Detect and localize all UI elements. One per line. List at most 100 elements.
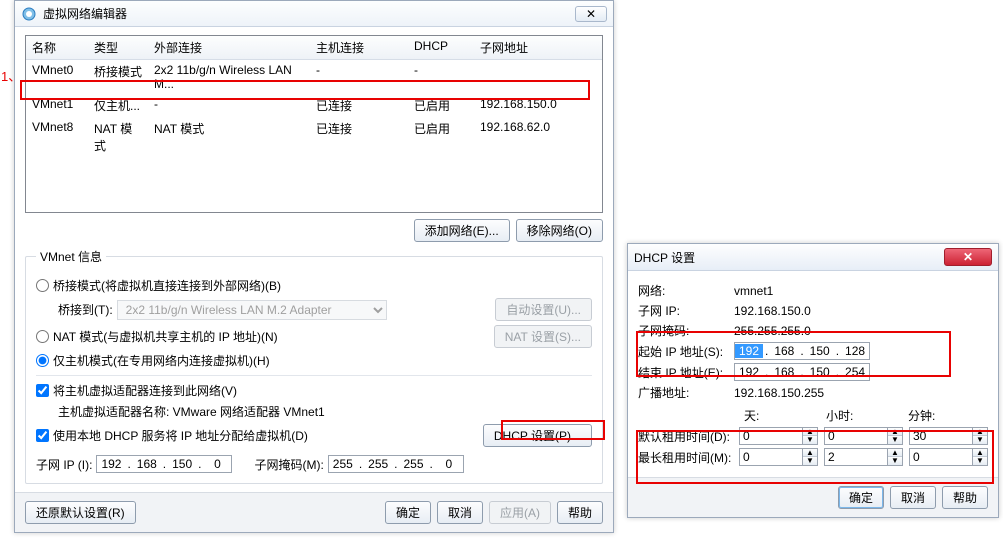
spin-down-icon[interactable]: ▼ [888,457,902,465]
table-row[interactable]: VMnet1 仅主机... - 已连接 已启用 192.168.150.0 [26,94,602,117]
cell [474,60,594,94]
table-row[interactable]: VMnet0 桥接模式 2x2 11b/g/n Wireless LAN M..… [26,60,602,94]
adapter-name-text: 主机虚拟适配器名称: VMware 网络适配器 VMnet1 [58,405,325,419]
chk-use-dhcp-label: 使用本地 DHCP 服务将 IP 地址分配给虚拟机(D) [53,427,308,444]
col-subnet[interactable]: 子网地址 [474,36,594,59]
col-dhcp[interactable]: DHCP [408,36,474,59]
cancel-button[interactable]: 取消 [437,501,483,524]
ip-octet[interactable] [435,457,463,471]
start-ip-input[interactable]: . . . [734,342,870,360]
ip-octet[interactable] [735,365,763,379]
table-row[interactable]: VMnet8 NAT 模式 NAT 模式 已连接 已启用 192.168.62.… [26,117,602,157]
radio-hostonly[interactable] [36,354,49,367]
radio-bridge[interactable] [36,279,49,292]
ip-octet[interactable] [203,457,231,471]
help-button[interactable]: 帮助 [942,486,988,509]
subnet-mask-label: 子网掩码(M): [254,456,323,473]
ip-octet[interactable] [841,344,869,358]
chk-use-dhcp[interactable] [36,429,49,442]
ip-octet[interactable] [133,457,161,471]
window-title: 虚拟网络编辑器 [43,5,575,22]
help-button[interactable]: 帮助 [557,501,603,524]
ip-octet[interactable] [364,457,392,471]
end-ip-input[interactable]: . . . [734,363,870,381]
cell: VMnet1 [26,94,88,117]
default-lease-label: 默认租用时间(D): [638,428,733,445]
spin-input[interactable] [740,428,802,444]
col-hours-label: 小时: [826,407,908,424]
app-icon [21,6,37,22]
cell: 已启用 [408,94,474,117]
add-network-button[interactable]: 添加网络(E)... [414,219,510,242]
cancel-button[interactable]: 取消 [890,486,936,509]
close-button[interactable]: ✕ [575,6,607,22]
cell: VMnet8 [26,117,88,157]
nat-set-button[interactable]: NAT 设置(S)... [494,325,592,348]
subnet-ip-input[interactable]: . . . [96,455,232,473]
spin-down-icon[interactable]: ▼ [803,457,817,465]
spin-down-icon[interactable]: ▼ [888,436,902,444]
ip-octet[interactable] [770,344,798,358]
cell: VMnet0 [26,60,88,94]
spin-input[interactable] [825,449,887,465]
dialog-title: DHCP 设置 [634,249,944,266]
spin-input[interactable] [910,449,972,465]
max-lease-minutes[interactable]: ▲▼ [909,448,988,466]
dhcp-settings-button[interactable]: DHCP 设置(P)... [483,424,592,447]
ok-button[interactable]: 确定 [838,486,884,509]
col-type[interactable]: 类型 [88,36,148,59]
ip-octet[interactable] [806,344,834,358]
cell: 2x2 11b/g/n Wireless LAN M... [148,60,310,94]
radio-bridge-label: 桥接模式(将虚拟机直接连接到外部网络)(B) [53,277,281,294]
network-value: vmnet1 [734,284,773,298]
ip-octet[interactable] [770,365,798,379]
subnet-mask-label: 子网掩码: [638,322,728,339]
titlebar: DHCP 设置 ✕ [628,244,998,271]
table-header: 名称 类型 外部连接 主机连接 DHCP 子网地址 [26,36,602,60]
ok-button[interactable]: 确定 [385,501,431,524]
ip-octet[interactable] [168,457,196,471]
apply-button[interactable]: 应用(A) [489,501,551,524]
max-lease-hours[interactable]: ▲▼ [824,448,903,466]
cell: 已连接 [310,117,408,157]
bridge-to-combo[interactable]: 2x2 11b/g/n Wireless LAN M.2 Adapter [117,300,387,320]
spin-down-icon[interactable]: ▼ [803,436,817,444]
subnet-ip-value: 192.168.150.0 [734,304,811,318]
max-lease-days[interactable]: ▲▼ [739,448,818,466]
ip-octet[interactable] [841,365,869,379]
col-ext[interactable]: 外部连接 [148,36,310,59]
ip-octet[interactable] [329,457,357,471]
broadcast-value: 192.168.150.255 [734,386,824,400]
col-days-label: 天: [744,407,826,424]
cell: 192.168.62.0 [474,117,594,157]
spin-input[interactable] [910,428,972,444]
col-host[interactable]: 主机连接 [310,36,408,59]
subnet-ip-label: 子网 IP (I): [36,456,92,473]
default-lease-hours[interactable]: ▲▼ [824,427,903,445]
subnet-mask-value: 255.255.255.0 [734,324,811,338]
spin-down-icon[interactable]: ▼ [973,457,987,465]
ip-octet[interactable] [97,457,125,471]
spin-down-icon[interactable]: ▼ [973,436,987,444]
col-name[interactable]: 名称 [26,36,88,59]
end-ip-label: 结束 IP 地址(E): [638,364,728,381]
spin-input[interactable] [740,449,802,465]
subnet-mask-input[interactable]: . . . [328,455,464,473]
cell: 桥接模式 [88,60,148,94]
default-lease-minutes[interactable]: ▲▼ [909,427,988,445]
spin-input[interactable] [825,428,887,444]
ip-octet[interactable] [735,344,763,358]
close-button[interactable]: ✕ [944,248,992,266]
auto-set-button[interactable]: 自动设置(U)... [495,298,592,321]
group-title: VMnet 信息 [36,248,106,265]
radio-nat[interactable] [36,330,49,343]
cell: - [310,60,408,94]
remove-network-button[interactable]: 移除网络(O) [516,219,603,242]
titlebar: 虚拟网络编辑器 ✕ [15,1,613,27]
chk-connect-adapter[interactable] [36,384,49,397]
ip-octet[interactable] [806,365,834,379]
cell: NAT 模式 [88,117,148,157]
ip-octet[interactable] [400,457,428,471]
restore-defaults-button[interactable]: 还原默认设置(R) [25,501,136,524]
default-lease-days[interactable]: ▲▼ [739,427,818,445]
